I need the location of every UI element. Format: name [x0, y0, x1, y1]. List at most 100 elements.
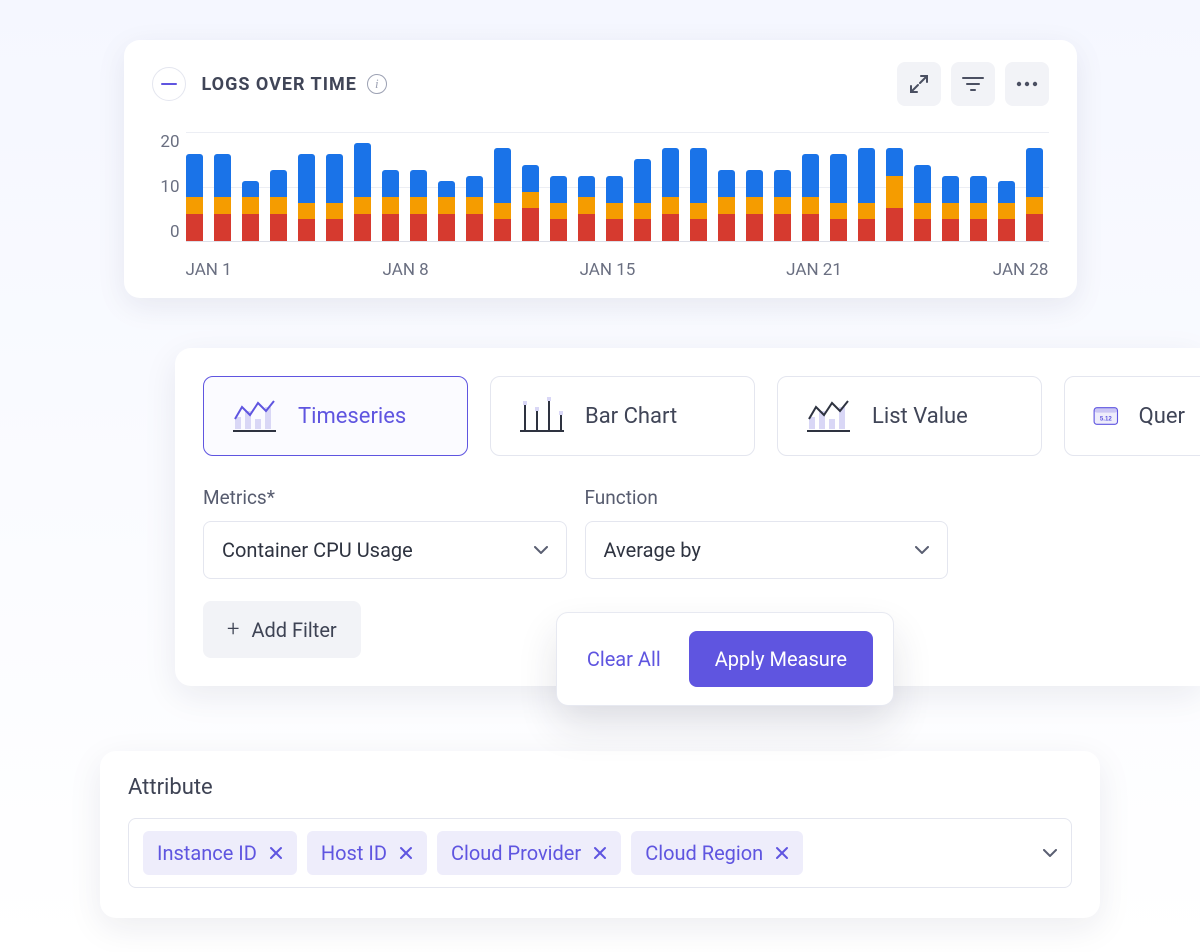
- bar: [410, 170, 427, 241]
- x-tick: JAN 15: [580, 260, 636, 280]
- attribute-chip[interactable]: Cloud Region: [631, 831, 803, 875]
- metrics-select[interactable]: Container CPU Usage: [203, 521, 567, 579]
- bar-segment-orange: [886, 176, 903, 209]
- bar-segment-orange: [830, 203, 847, 219]
- attribute-card: Attribute Instance IDHost IDCloud Provid…: [100, 751, 1100, 918]
- bar-segment-red: [410, 214, 427, 241]
- chart-type-query[interactable]: 5.12 Quer: [1064, 376, 1200, 456]
- bar-segment-red: [606, 219, 623, 241]
- bar-segment-red: [354, 214, 371, 241]
- bar: [382, 170, 399, 241]
- function-label: Function: [585, 486, 949, 509]
- function-select[interactable]: Average by: [585, 521, 949, 579]
- attribute-chip[interactable]: Host ID: [307, 831, 427, 875]
- bar-segment-orange: [494, 203, 511, 219]
- bar-segment-red: [550, 219, 567, 241]
- bar-segment-orange: [606, 203, 623, 219]
- clear-all-button[interactable]: Clear All: [577, 639, 671, 679]
- bar-segment-orange: [634, 203, 651, 219]
- bar-segment-orange: [718, 197, 735, 213]
- bar-segment-blue: [914, 165, 931, 203]
- bar-segment-blue: [690, 148, 707, 203]
- bar: [802, 154, 819, 241]
- bar-segment-orange: [690, 203, 707, 219]
- minus-icon: [161, 83, 177, 85]
- bar-segment-blue: [774, 170, 791, 197]
- chart-type-bar[interactable]: Bar Chart: [490, 376, 755, 456]
- y-axis: 20 10 0: [152, 132, 186, 242]
- bar-segment-blue: [718, 170, 735, 197]
- bar-segment-blue: [550, 176, 567, 203]
- x-tick: JAN 21: [786, 260, 842, 280]
- add-filter-button[interactable]: + Add Filter: [203, 601, 361, 658]
- attribute-chip[interactable]: Cloud Provider: [437, 831, 621, 875]
- expand-button[interactable]: [897, 62, 941, 106]
- bar-segment-blue: [578, 176, 595, 198]
- bar-segment-red: [298, 219, 315, 241]
- attribute-chip[interactable]: Instance ID: [143, 831, 297, 875]
- chart-config-card: Timeseries Bar Chart: [175, 348, 1200, 686]
- chart-types-row: Timeseries Bar Chart: [203, 376, 1200, 456]
- collapse-button[interactable]: [152, 67, 186, 101]
- y-tick: 10: [160, 177, 179, 197]
- more-button[interactable]: [1005, 62, 1049, 106]
- bar-segment-red: [914, 219, 931, 241]
- bar-segment-red: [774, 214, 791, 241]
- bar-chart-icon: [519, 397, 565, 435]
- info-icon[interactable]: i: [367, 74, 387, 94]
- attribute-select[interactable]: Instance IDHost IDCloud Provider Cloud Re…: [128, 818, 1072, 888]
- bar-segment-red: [998, 219, 1015, 241]
- bar-segment-blue: [214, 154, 231, 198]
- bar-segment-blue: [242, 181, 259, 197]
- bar-segment-blue: [326, 154, 343, 203]
- bar-segment-red: [242, 214, 259, 241]
- chart-type-label: Bar Chart: [585, 404, 677, 429]
- bar: [494, 148, 511, 241]
- bar-segment-red: [690, 219, 707, 241]
- remove-chip-icon[interactable]: [593, 846, 607, 860]
- bar-segment-orange: [550, 203, 567, 219]
- bar-segment-red: [326, 219, 343, 241]
- apply-measure-button[interactable]: Apply Measure: [689, 631, 873, 687]
- bar-segment-blue: [942, 176, 959, 203]
- bar-segment-orange: [326, 203, 343, 219]
- bar-segment-red: [802, 214, 819, 241]
- function-field: Function Average by: [585, 486, 949, 579]
- bar: [942, 176, 959, 241]
- list-value-icon: [806, 397, 852, 435]
- query-value-icon: 5.12: [1093, 397, 1119, 435]
- bar-segment-red: [942, 219, 959, 241]
- chart-type-list[interactable]: List Value: [777, 376, 1042, 456]
- remove-chip-icon[interactable]: [269, 846, 283, 860]
- chart-type-timeseries[interactable]: Timeseries: [203, 376, 468, 456]
- bar-segment-orange: [914, 203, 931, 219]
- bar: [914, 165, 931, 241]
- attribute-title: Attribute: [128, 775, 1072, 800]
- expand-icon: [909, 74, 929, 94]
- bar: [242, 181, 259, 241]
- filter-button[interactable]: [951, 62, 995, 106]
- bar-segment-orange: [578, 197, 595, 213]
- chevron-down-icon: [534, 546, 548, 554]
- remove-chip-icon[interactable]: [399, 846, 413, 860]
- bar-segment-red: [438, 214, 455, 241]
- svg-text:5.12: 5.12: [1100, 415, 1112, 422]
- bar-segment-orange: [774, 197, 791, 213]
- bar: [326, 154, 343, 241]
- bar-segment-orange: [662, 197, 679, 213]
- remove-chip-icon[interactable]: [775, 846, 789, 860]
- chart-type-label: List Value: [872, 404, 968, 429]
- bar-segment-blue: [858, 148, 875, 203]
- bar: [186, 154, 203, 241]
- bar: [354, 143, 371, 241]
- bar-segment-blue: [186, 154, 203, 198]
- bar: [970, 176, 987, 241]
- more-horizontal-icon: [1016, 81, 1038, 87]
- chip-label: Cloud Region: [645, 841, 763, 865]
- plot-area: [186, 132, 1049, 242]
- bars-container: [186, 132, 1049, 241]
- bar: [550, 176, 567, 241]
- measure-actions-popover: Clear All Apply Measure: [556, 612, 894, 706]
- bar: [830, 154, 847, 241]
- timeseries-icon: [232, 397, 278, 435]
